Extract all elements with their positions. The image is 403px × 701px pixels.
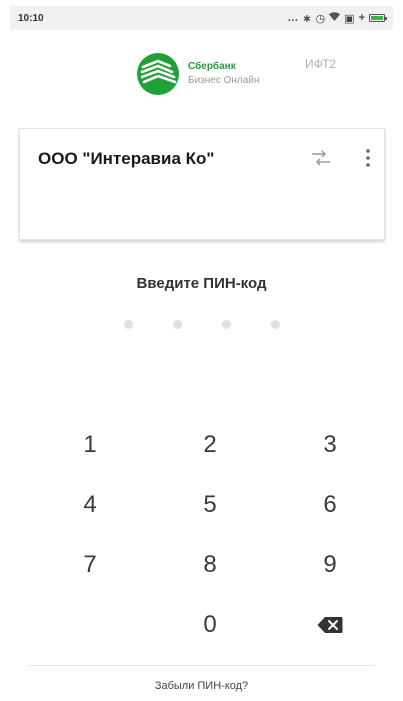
key-0[interactable]: 0 <box>150 595 270 655</box>
key-3[interactable]: 3 <box>270 415 390 475</box>
bluetooth-icon: ∗ <box>302 12 312 25</box>
pin-indicator <box>0 320 403 329</box>
status-time: 10:10 <box>18 12 44 24</box>
brand-name: Сбербанк <box>188 61 236 72</box>
key-2[interactable]: 2 <box>150 415 270 475</box>
pin-dot <box>172 320 182 329</box>
footer-divider <box>28 665 375 666</box>
dots-icon: … <box>287 12 299 24</box>
backspace-icon <box>317 617 343 633</box>
key-9[interactable]: 9 <box>270 535 390 595</box>
alarm-icon: ◷ <box>315 12 326 25</box>
key-8[interactable]: 8 <box>150 535 270 595</box>
environment-label: ИФТ2 <box>305 57 337 71</box>
battery-icon <box>369 14 387 22</box>
pin-dot <box>123 320 133 329</box>
brand: Сбербанк Бизнес Онлайн <box>136 52 259 96</box>
status-bar: 10:10 … ∗ ◷ ▣ + <box>10 6 393 30</box>
organization-card[interactable]: ООО "Интеравиа Ко" <box>19 128 385 240</box>
key-4[interactable]: 4 <box>30 475 150 535</box>
organization-name: ООО "Интеравиа Ко" <box>38 149 215 168</box>
pin-keypad: 1 2 3 4 5 6 7 8 9 0 <box>30 415 390 655</box>
pin-dot <box>221 320 231 329</box>
key-5[interactable]: 5 <box>150 475 270 535</box>
brand-subtitle: Бизнес Онлайн <box>188 75 260 86</box>
charging-icon: + <box>358 12 365 24</box>
key-6[interactable]: 6 <box>270 475 390 535</box>
key-7[interactable]: 7 <box>30 535 150 595</box>
sberbank-logo-icon <box>137 53 179 95</box>
forgot-pin-link[interactable]: Забыли ПИН-код? <box>0 680 403 692</box>
sim-icon: ▣ <box>344 12 355 25</box>
key-empty <box>30 595 150 655</box>
backspace-button[interactable] <box>270 595 390 655</box>
more-options-icon[interactable] <box>364 147 372 169</box>
switch-organization-icon[interactable] <box>310 147 332 169</box>
status-icons: … ∗ ◷ ▣ + <box>287 12 387 25</box>
pin-dot <box>270 320 280 329</box>
brand-text: Сбербанк Бизнес Онлайн <box>188 60 259 88</box>
key-1[interactable]: 1 <box>30 415 150 475</box>
wifi-icon <box>329 12 341 24</box>
pin-title: Введите ПИН-код <box>136 275 267 292</box>
